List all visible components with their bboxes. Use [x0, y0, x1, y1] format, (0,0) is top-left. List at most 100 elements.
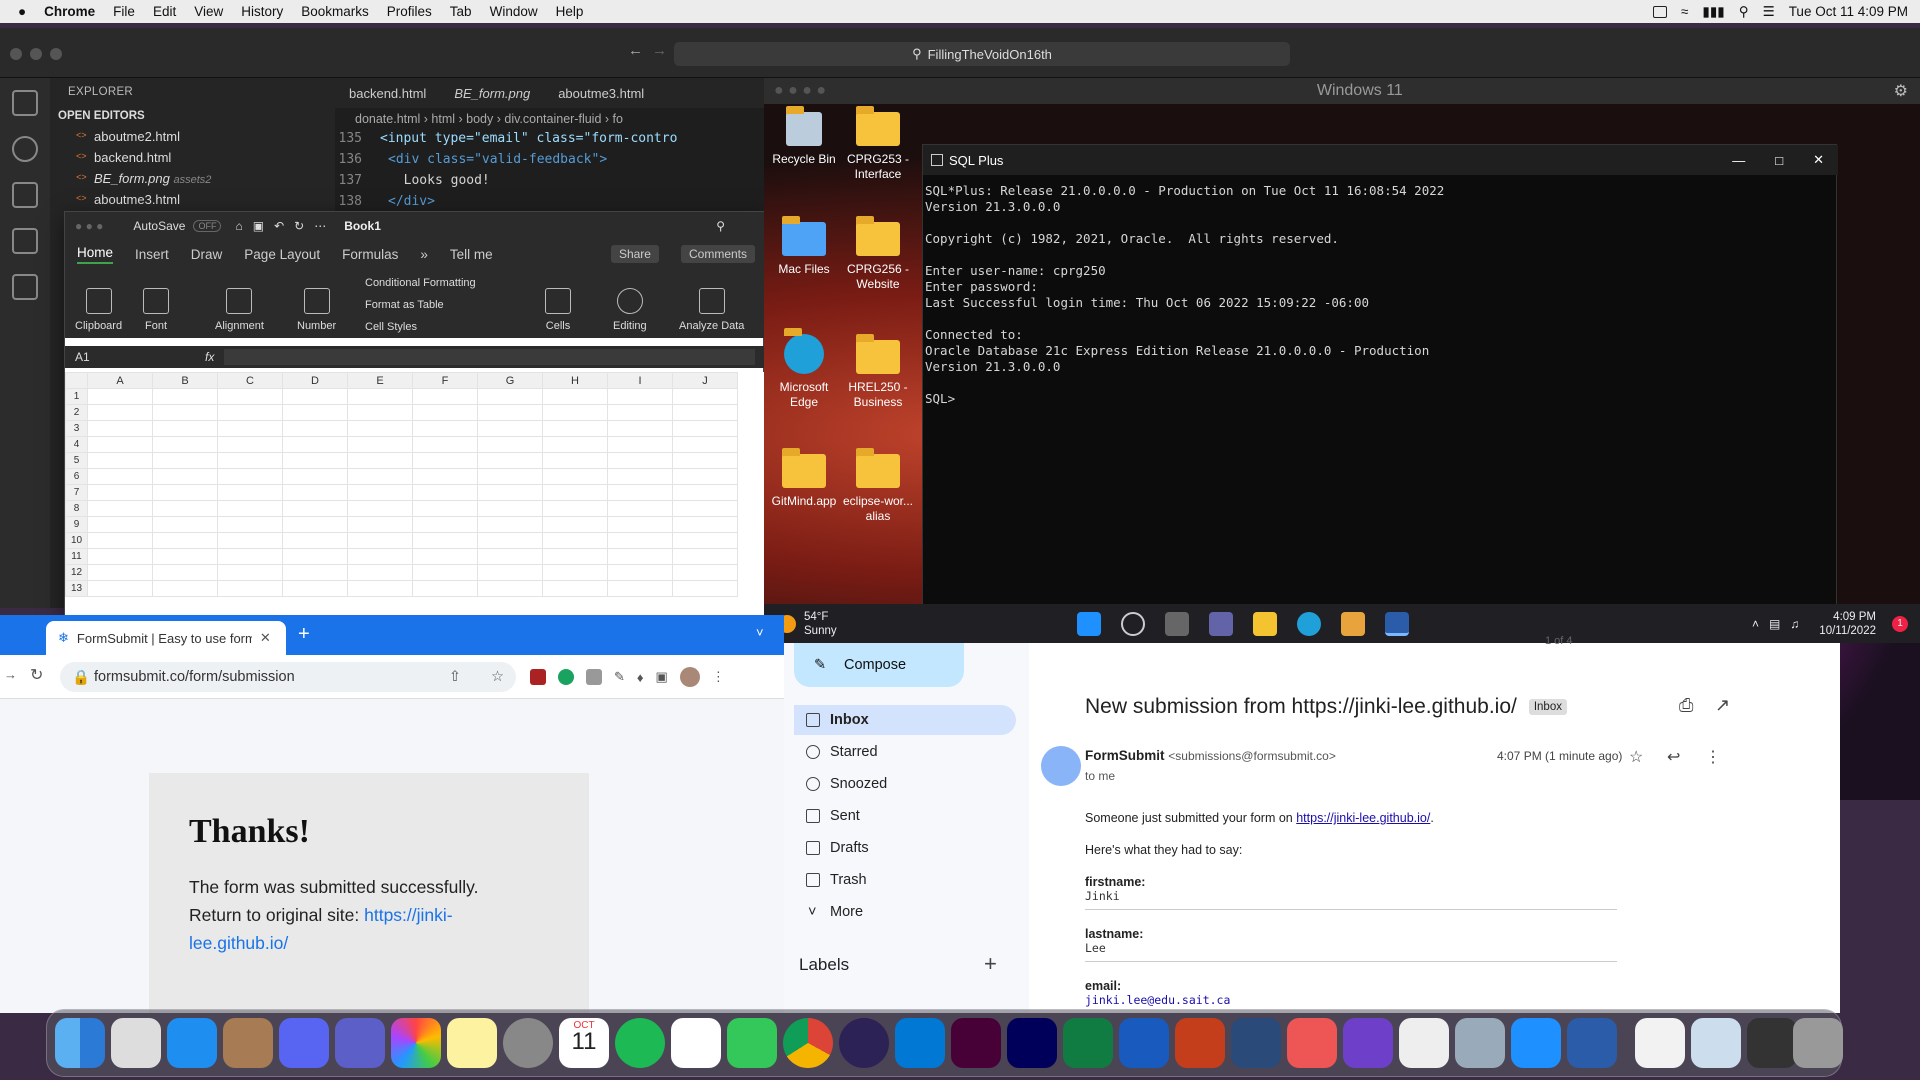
lock-icon[interactable]: 🔒 [72, 669, 90, 686]
grid-cell[interactable] [607, 452, 673, 469]
editing-group[interactable]: Editing [613, 272, 647, 332]
grid-cell[interactable] [477, 564, 543, 581]
grid-cell[interactable] [542, 564, 608, 581]
column-header[interactable]: C [217, 372, 283, 389]
zoom-light[interactable] [50, 48, 62, 60]
desktop-icon[interactable]: Recycle Bin [764, 106, 844, 167]
grid-cell[interactable] [542, 484, 608, 501]
add-label-icon[interactable]: + [984, 951, 997, 977]
chevron-right-icon[interactable]: » [420, 247, 428, 262]
grid-cell[interactable] [607, 564, 673, 581]
grid-cell[interactable] [347, 452, 413, 469]
grid-cell[interactable] [152, 532, 218, 549]
redo-icon[interactable]: ↻ [294, 219, 304, 233]
home-icon[interactable]: ⌂ [235, 219, 242, 233]
grid-cell[interactable] [607, 548, 673, 565]
grid-cell[interactable] [282, 452, 348, 469]
grid-cell[interactable] [347, 404, 413, 421]
grid-cell[interactable] [217, 468, 283, 485]
tab-formulas[interactable]: Formulas [342, 247, 398, 262]
menu-edit[interactable]: Edit [153, 4, 176, 19]
desktop-icon[interactable]: Microsoft Edge [764, 328, 844, 410]
grid-cell[interactable] [412, 580, 478, 597]
grid-cell[interactable] [87, 452, 153, 469]
tell-me[interactable]: Tell me [450, 247, 493, 262]
nav-trash[interactable]: Trash [794, 865, 1016, 895]
font-group[interactable]: Font [143, 272, 169, 332]
task-view-icon[interactable] [1164, 611, 1189, 636]
grid-cell[interactable] [412, 404, 478, 421]
name-box[interactable]: A1 [75, 350, 145, 364]
settings-icon[interactable]: ⚙ [1894, 81, 1908, 101]
compose-button[interactable]: ✎ Compose [794, 643, 964, 687]
grid-cell[interactable] [542, 516, 608, 533]
grid-cell[interactable] [607, 436, 673, 453]
number-group[interactable]: Number [297, 272, 336, 332]
close-light[interactable] [10, 48, 22, 60]
teams-icon[interactable] [335, 1018, 385, 1068]
save-icon[interactable]: ▣ [253, 219, 264, 233]
start-icon[interactable] [1076, 611, 1101, 636]
network-icon[interactable]: ▤ [1769, 617, 1780, 631]
grid-cell[interactable] [347, 548, 413, 565]
photos-icon[interactable] [391, 1018, 441, 1068]
grid-cell[interactable] [477, 404, 543, 421]
cell-table[interactable]: A B C D E F G H I J 1 2 3 4 5 6 7 8 9 10 11 12 13 [65, 372, 738, 597]
cell-styles-button[interactable]: Cell Styles [365, 316, 476, 338]
grid-cell[interactable] [412, 516, 478, 533]
grid-cell[interactable] [282, 580, 348, 597]
alignment-group[interactable]: Alignment [215, 272, 264, 332]
parallels-icon[interactable] [1231, 1018, 1281, 1068]
column-header[interactable]: B [152, 372, 218, 389]
share-button[interactable]: Share [610, 245, 659, 263]
grid-cell[interactable] [477, 436, 543, 453]
comments-button[interactable]: Comments [680, 245, 755, 263]
grid-cell[interactable] [217, 516, 283, 533]
maximize-icon[interactable]: □ [1775, 153, 1783, 168]
grid-cell[interactable] [477, 548, 543, 565]
grid-cell[interactable] [282, 548, 348, 565]
tab-backend[interactable]: backend.html [335, 79, 440, 108]
print-icon[interactable]: ⎙ [1679, 695, 1693, 716]
source-control-icon[interactable] [12, 182, 38, 208]
grid-cell[interactable] [87, 388, 153, 405]
volume-icon[interactable]: ♫ [1790, 617, 1799, 631]
row-header[interactable]: 9 [65, 516, 88, 533]
grid-cell[interactable] [347, 388, 413, 405]
tasks-icon[interactable] [671, 1018, 721, 1068]
grid-cell[interactable] [477, 452, 543, 469]
file-explorer-icon[interactable] [1252, 611, 1277, 636]
row-header[interactable]: 6 [65, 468, 88, 485]
desktop-icon[interactable]: HREL250 - Business [838, 334, 918, 410]
grid-cell[interactable] [542, 580, 608, 597]
grid-cell[interactable] [152, 516, 218, 533]
nav-sent[interactable]: Sent [794, 801, 1016, 831]
grid-cell[interactable] [152, 420, 218, 437]
grid-cell[interactable] [607, 404, 673, 421]
chevron-up-icon[interactable]: ˄ [1752, 617, 1759, 631]
column-header[interactable]: J [672, 372, 738, 389]
code-editor[interactable]: 135 <input type="email" class="form-contr… [335, 128, 770, 212]
grid-cell[interactable] [217, 388, 283, 405]
row-header[interactable]: 11 [65, 548, 88, 565]
grid-cell[interactable] [87, 500, 153, 517]
grid-cell[interactable] [282, 420, 348, 437]
grid-cell[interactable] [217, 564, 283, 581]
menu-help[interactable]: Help [556, 4, 584, 19]
desktop-icon[interactable]: GitMind.app [764, 448, 844, 509]
grid-cell[interactable] [412, 500, 478, 517]
grid-cell[interactable] [672, 548, 738, 565]
grid-cell[interactable] [87, 548, 153, 565]
grid-cell[interactable] [477, 500, 543, 517]
grid-cell[interactable] [217, 580, 283, 597]
grid-cell[interactable] [542, 388, 608, 405]
grid-cell[interactable] [672, 532, 738, 549]
share-icon[interactable]: ⇧ [449, 669, 461, 685]
select-all-corner[interactable] [65, 372, 88, 389]
menu-tab[interactable]: Tab [450, 4, 472, 19]
grid-cell[interactable] [217, 404, 283, 421]
search-icon[interactable] [12, 136, 38, 162]
grid-cell[interactable] [347, 580, 413, 597]
close-tab-icon[interactable]: ✕ [260, 630, 271, 646]
notification-badge[interactable]: 1 [1892, 615, 1908, 632]
